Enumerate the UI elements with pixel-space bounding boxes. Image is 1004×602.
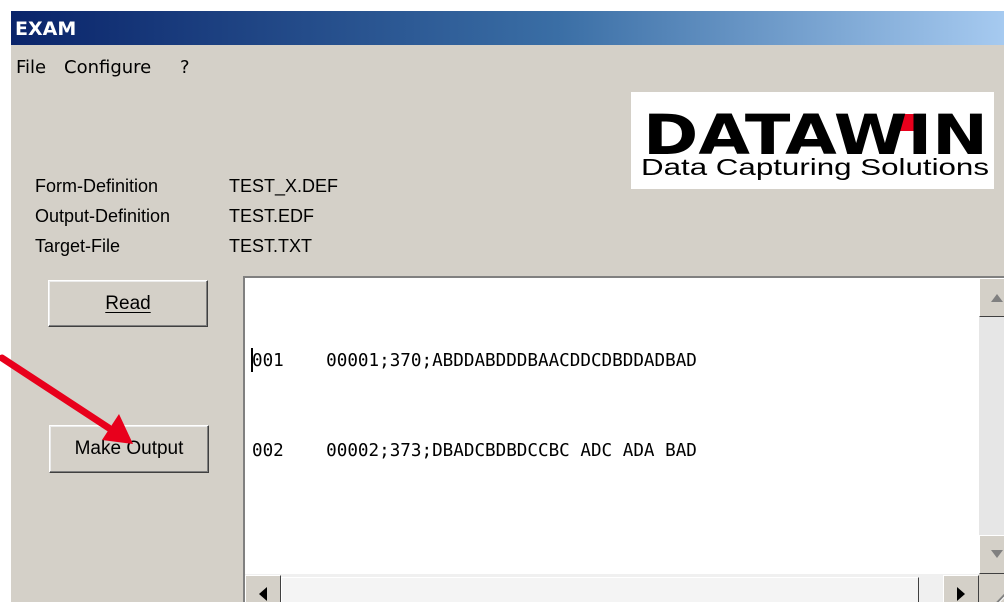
menu-help[interactable]: ? (180, 57, 190, 78)
logo-tagline-text: Data Capturing Solutions (641, 154, 989, 180)
scroll-down-arrow-icon (991, 550, 1003, 558)
vertical-scrollbar[interactable] (979, 278, 1004, 602)
scroll-down-button[interactable] (979, 535, 1004, 574)
output-line: 002 00002;373;DBADCBDBDCCBC ADC ADA BAD (252, 441, 697, 461)
text-caret (251, 348, 253, 372)
datawin-tagline: Data Capturing Solutions (641, 154, 989, 180)
scroll-right-button[interactable] (943, 575, 979, 602)
title-bar[interactable]: EXAM (11, 11, 1004, 45)
output-definition-value: TEST.EDF (229, 206, 315, 226)
output-text: 001 00001;370;ABDDABDDDBAACDDCDBDDADBAD … (252, 286, 697, 526)
annotation-arrow-icon (0, 354, 133, 444)
output-textarea[interactable]: 001 00001;370;ABDDABDDDBAACDDCDBDDADBAD … (243, 276, 1004, 602)
scroll-up-arrow-icon (991, 294, 1003, 302)
horizontal-scrollbar[interactable] (245, 574, 979, 602)
scroll-right-arrow-icon (957, 587, 965, 601)
target-file-value: TEST.TXT (229, 236, 313, 256)
resize-grip[interactable] (979, 574, 1004, 602)
output-line: 001 00001;370;ABDDABDDDBAACDDCDBDDADBAD (252, 351, 697, 371)
scroll-left-button[interactable] (245, 575, 281, 602)
scroll-left-arrow-icon (259, 587, 267, 601)
form-definition-value: TEST_X.DEF (229, 176, 339, 196)
exam-window: EXAM File Configure ? DATAWIN Data Captu… (11, 11, 1004, 602)
datawin-logo: DATAWIN Data Capturing Solutions (631, 92, 994, 189)
resize-grip-icon (996, 593, 1004, 602)
scroll-up-button[interactable] (979, 278, 1004, 317)
horizontal-scroll-thumb[interactable] (281, 577, 919, 602)
